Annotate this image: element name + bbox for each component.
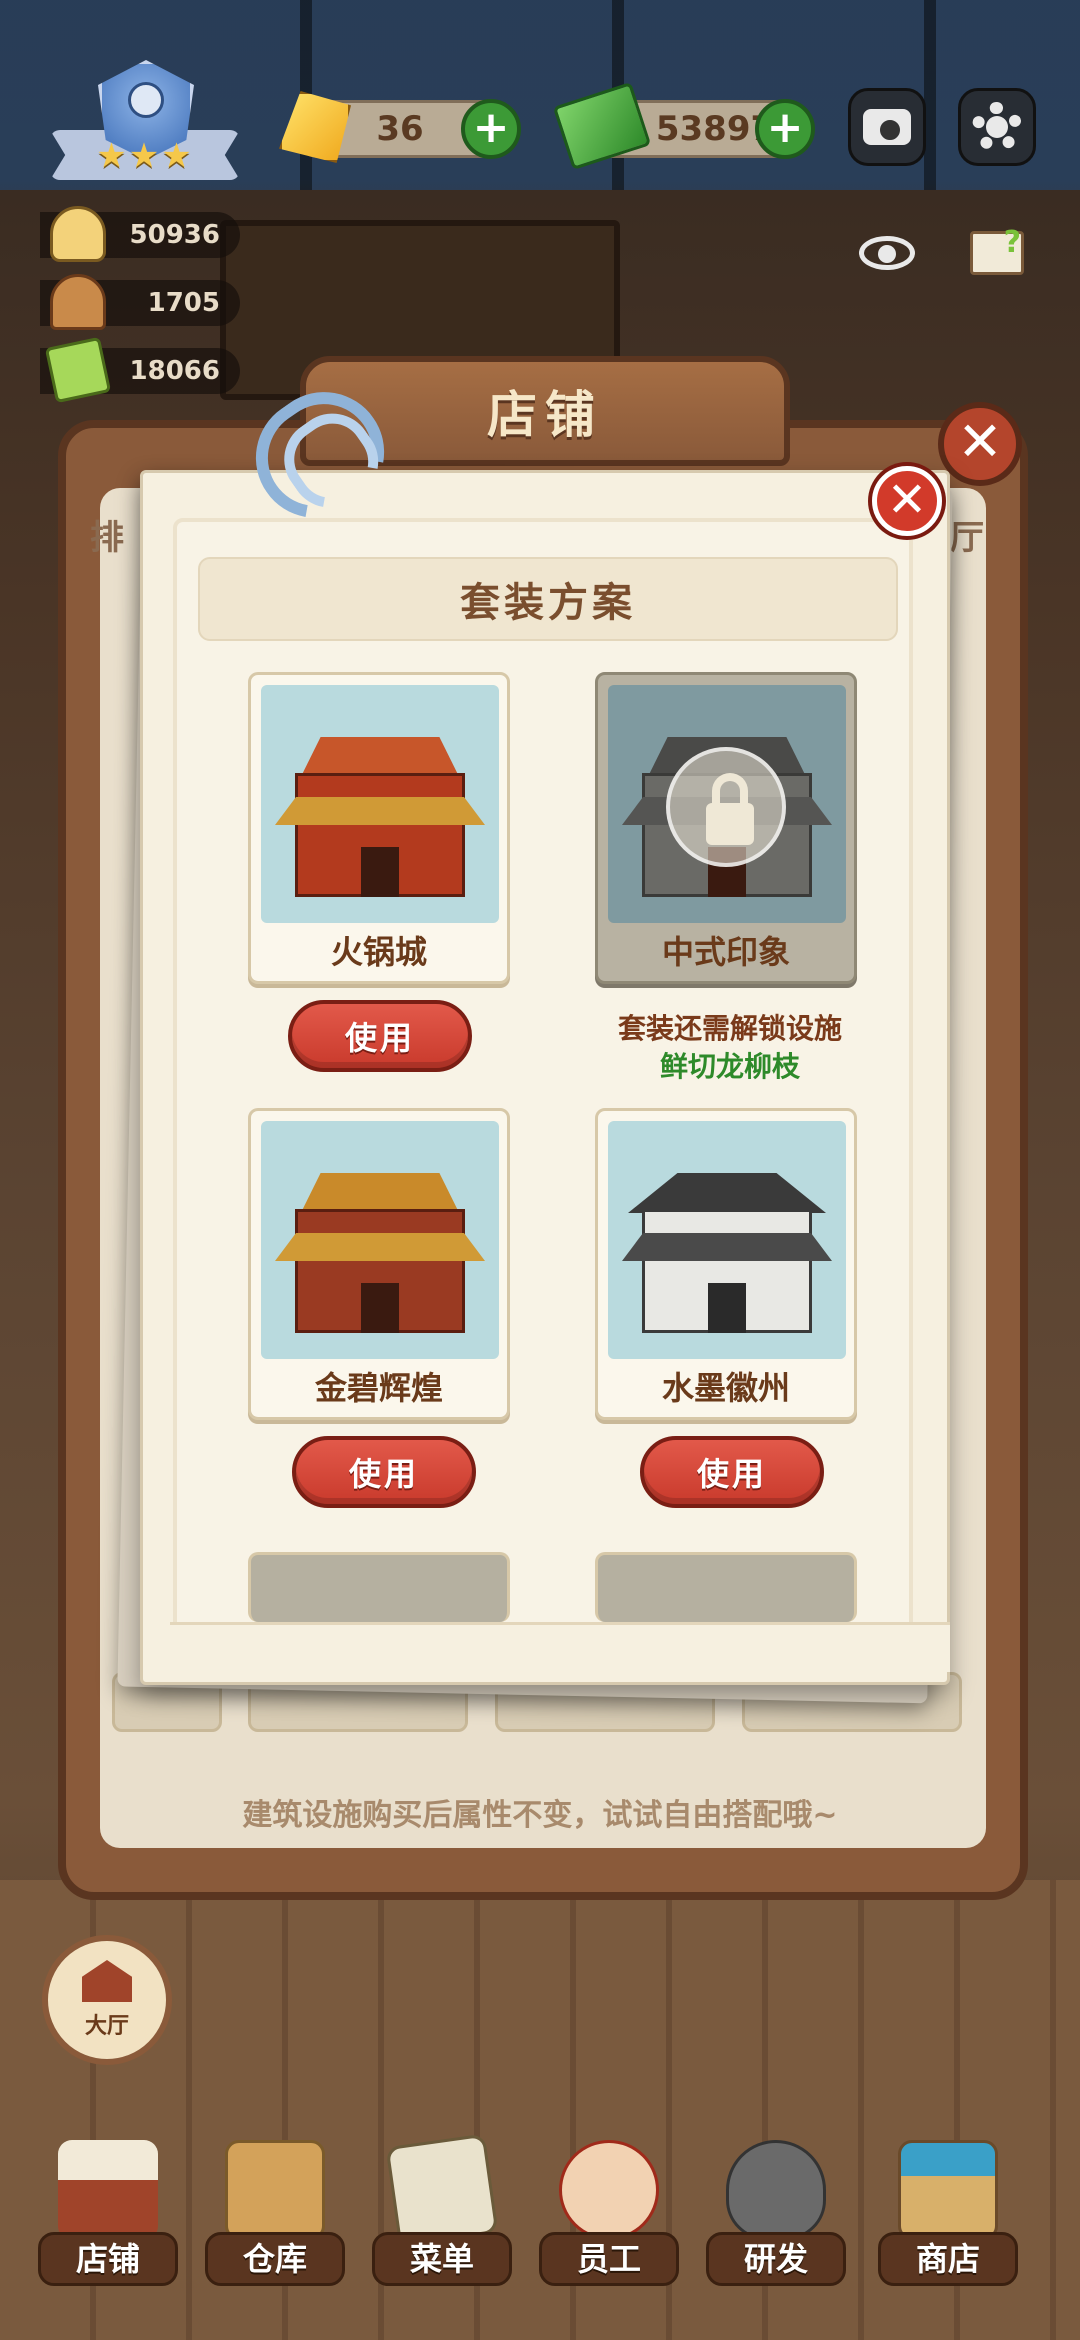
building-icon xyxy=(275,1173,485,1333)
star-rating: ★★★ xyxy=(96,136,194,176)
nav-research-label: 研发 xyxy=(706,2232,846,2286)
scheme-card-partial[interactable] xyxy=(595,1552,857,1622)
unlock-hint: 套装还需解锁设施 鲜切龙柳枝 xyxy=(570,1010,890,1086)
scheme-title: 套装方案 xyxy=(198,557,898,641)
settings-button[interactable] xyxy=(958,88,1036,166)
nav-staff[interactable]: 员工 xyxy=(529,2140,689,2340)
add-cash-button[interactable]: + xyxy=(755,99,815,159)
use-golden-button[interactable]: 使用 xyxy=(292,1436,476,1508)
building-icon xyxy=(275,737,485,897)
use-ink-button[interactable]: 使用 xyxy=(640,1436,824,1508)
scheme-card-chinese[interactable]: 中式印象 xyxy=(595,672,857,984)
view-button[interactable] xyxy=(848,214,926,292)
stat-tickets-value: 18066 xyxy=(129,356,220,386)
building-icon xyxy=(622,1173,832,1333)
scheme-card-name: 中式印象 xyxy=(661,933,790,971)
nav-staff-label: 员工 xyxy=(539,2232,679,2286)
guide-button[interactable]: ? xyxy=(958,214,1036,292)
camera-icon xyxy=(863,109,911,145)
shop-footer-tip: 建筑设施购买后属性不变，试试自由搭配哦~ xyxy=(242,1798,838,1833)
building-golden-image xyxy=(261,1121,499,1359)
stat-popularity: 50936 xyxy=(40,206,240,262)
scheme-card-name: 水墨徽州 xyxy=(661,1369,790,1407)
scheme-card-hotpot[interactable]: 火锅城 xyxy=(248,672,510,984)
nav-menu-label: 菜单 xyxy=(372,2232,512,2286)
nav-warehouse-label: 仓库 xyxy=(205,2232,345,2286)
book-question-icon: ? xyxy=(970,228,1024,275)
scheme-close-button[interactable]: ✕ xyxy=(872,466,942,536)
stat-dishes-value: 1705 xyxy=(147,288,220,318)
cash-counter: 53897 + xyxy=(552,81,815,171)
hall-button-label: 大厅 xyxy=(84,2014,129,2039)
stat-tickets: 18066 xyxy=(40,336,240,404)
nav-research[interactable]: 研发 xyxy=(696,2140,856,2340)
stat-dishes: 1705 xyxy=(40,274,240,330)
shop-tab-hall[interactable]: 厅 xyxy=(950,510,1010,580)
building-chinese-image xyxy=(608,685,846,923)
lock-icon xyxy=(666,747,786,867)
scheme-card-name: 火锅城 xyxy=(330,933,427,971)
house-icon xyxy=(82,1960,132,2002)
add-gems-button[interactable]: + xyxy=(461,99,521,159)
bottom-nav: 店铺 仓库 菜单 员工 研发 商店 xyxy=(0,2133,1080,2340)
nav-shop-label: 店铺 xyxy=(38,2232,178,2286)
unlock-hint-text: 套装还需解锁设施 xyxy=(617,1012,842,1045)
stat-popularity-value: 50936 xyxy=(129,220,220,250)
hall-button[interactable]: 大厅 xyxy=(42,1935,172,2065)
scheme-card-partial[interactable] xyxy=(248,1552,510,1622)
box-icon xyxy=(225,2140,325,2240)
eye-icon xyxy=(859,236,915,270)
scheme-list-fade xyxy=(170,1622,950,1672)
scheme-card-ink[interactable]: 水墨徽州 xyxy=(595,1108,857,1420)
wok-icon xyxy=(726,2140,826,2240)
nav-menu[interactable]: 菜单 xyxy=(362,2133,522,2340)
shop-building-icon xyxy=(58,2140,158,2240)
cloche-icon xyxy=(50,274,106,330)
level-badge[interactable]: ★★★ xyxy=(50,60,240,190)
storefront-icon xyxy=(898,2140,998,2240)
staff-avatar-icon xyxy=(559,2140,659,2240)
nav-warehouse[interactable]: 仓库 xyxy=(195,2140,355,2340)
building-hotpot-image xyxy=(261,685,499,923)
nav-store-label: 商店 xyxy=(878,2232,1018,2286)
scheme-card-golden[interactable]: 金碧辉煌 xyxy=(248,1108,510,1420)
nav-shop[interactable]: 店铺 xyxy=(28,2140,188,2340)
clipboard-icon xyxy=(385,2133,499,2247)
nav-store[interactable]: 商店 xyxy=(868,2140,1028,2340)
gem-counter: 36 + xyxy=(279,91,521,163)
building-ink-image xyxy=(608,1121,846,1359)
scheme-card-name: 金碧辉煌 xyxy=(314,1369,443,1407)
camera-button[interactable] xyxy=(848,88,926,166)
gear-icon xyxy=(972,102,1022,152)
unlock-required-item: 鲜切龙柳枝 xyxy=(659,1050,800,1083)
pot-icon xyxy=(128,82,164,118)
shop-close-button[interactable]: ✕ xyxy=(938,402,1022,486)
ticket-icon xyxy=(44,336,112,404)
use-hotpot-button[interactable]: 使用 xyxy=(288,1000,472,1072)
chef-hat-icon xyxy=(50,206,106,262)
